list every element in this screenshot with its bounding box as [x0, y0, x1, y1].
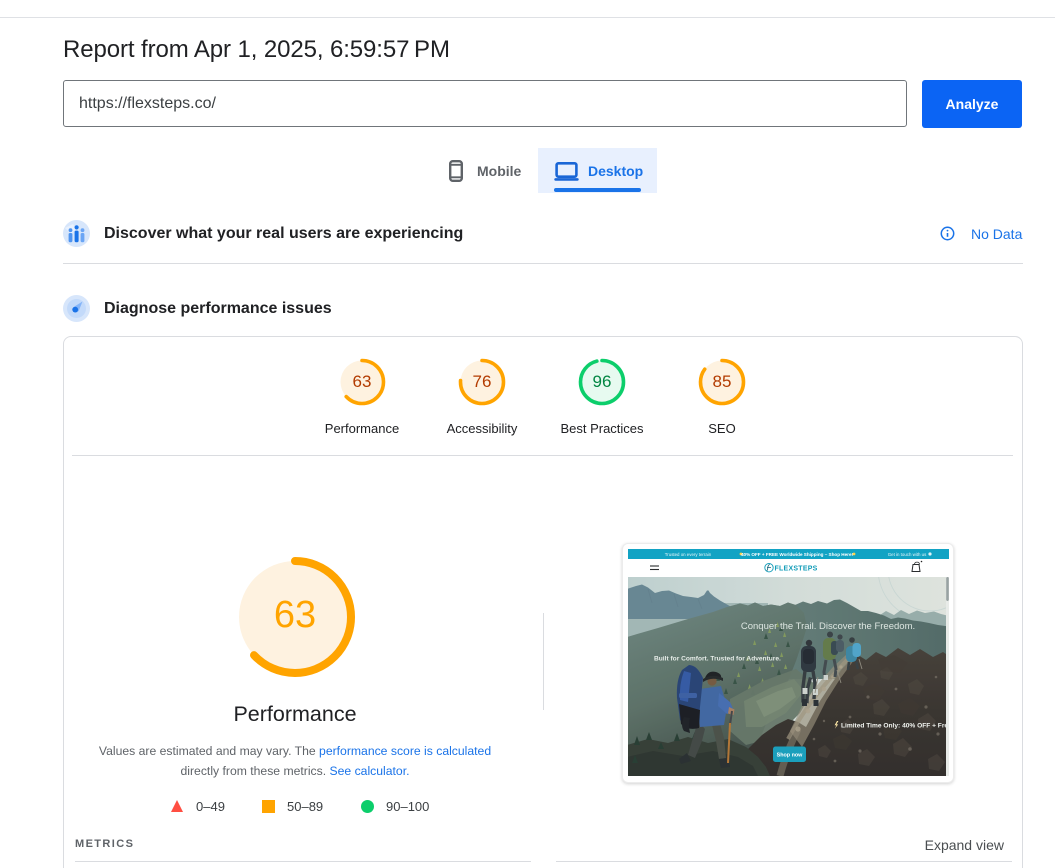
svg-text:Trusted on every terrain: Trusted on every terrain [664, 552, 711, 557]
svg-text:Limited Time Only: 40% OFF + F: Limited Time Only: 40% OFF + Free Shippi… [841, 723, 949, 730]
svg-text:Get in touch with us: Get in touch with us [887, 552, 926, 557]
svg-text:FLEXSTEPS: FLEXSTEPS [774, 565, 817, 572]
svg-text:40% OFF + FREE Worldwide Shipp: 40% OFF + FREE Worldwide Shipping – Shop… [740, 552, 853, 557]
svg-text:Built for Comfort. Trusted for: Built for Comfort. Trusted for Adventure… [654, 656, 781, 663]
svg-text:Shop now: Shop now [776, 753, 803, 759]
svg-text:Conquer the Trail. Discover th: Conquer the Trail. Discover the Freedom. [740, 621, 914, 632]
